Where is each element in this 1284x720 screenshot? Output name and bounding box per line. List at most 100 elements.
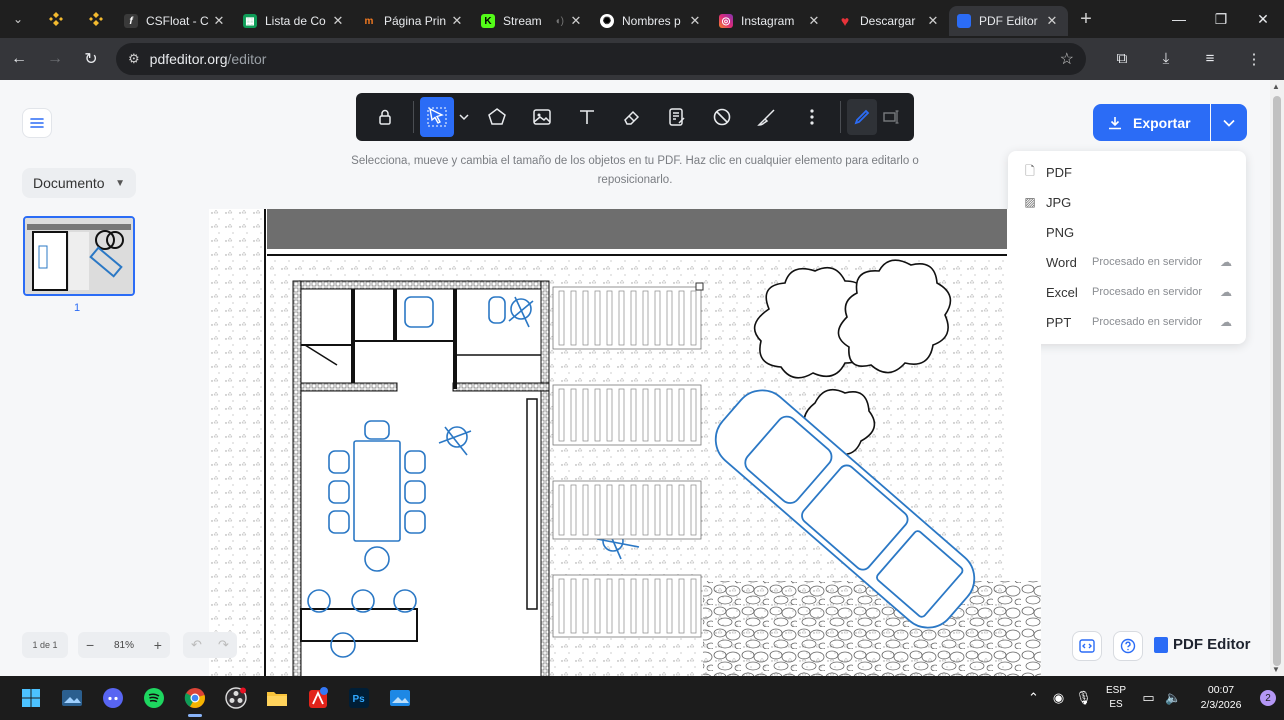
redo-icon[interactable]: ↷ [218, 637, 229, 653]
export-dropdown-toggle[interactable] [1211, 104, 1247, 141]
draw-tool[interactable] [744, 97, 789, 137]
export-option-png[interactable]: ▨ PNG [1008, 217, 1246, 247]
tab-descargar[interactable]: ♥ Descargar ✕ [830, 6, 949, 36]
page-scrollbar[interactable]: ▲ ▼ [1270, 80, 1284, 676]
close-icon[interactable]: ✕ [925, 13, 941, 29]
file-explorer-icon[interactable] [256, 676, 297, 720]
site-info-icon[interactable]: ⚙ [128, 51, 140, 67]
image-tool[interactable] [519, 97, 564, 137]
tab-nombres[interactable]: ✺ Nombres p ✕ [592, 6, 711, 36]
minimize-icon[interactable]: — [1158, 0, 1200, 38]
clock[interactable]: 00:07 2/3/2026 [1186, 683, 1256, 713]
close-icon[interactable]: ✕ [449, 13, 465, 29]
tab-label: Nombres p [622, 14, 681, 28]
text-tool[interactable] [564, 97, 609, 137]
bookmark-star-icon[interactable]: ☆ [1060, 49, 1074, 69]
tab-search-chevron-icon[interactable]: ⌄ [0, 0, 36, 38]
reload-icon[interactable]: ↻ [74, 42, 108, 76]
tray-overflow-chevron-icon[interactable]: ⌃ [1021, 690, 1046, 706]
restore-icon[interactable]: ❐ [1200, 0, 1242, 38]
volume-icon[interactable]: 🔈 [1161, 690, 1186, 706]
pen-mode-toggle[interactable] [847, 99, 877, 135]
help-button[interactable] [1113, 631, 1143, 661]
hamburger-icon [30, 118, 44, 128]
tab-pagina[interactable]: m Página Prin ✕ [354, 6, 473, 36]
tab-pdf-editor[interactable]: PDF Editor ✕ [949, 6, 1068, 36]
eraser-tool[interactable] [609, 97, 654, 137]
sidebar-toggle-button[interactable] [22, 108, 52, 138]
undo-icon[interactable]: ↶ [191, 637, 202, 653]
obs-icon[interactable] [215, 676, 256, 720]
spotify-icon[interactable] [133, 676, 174, 720]
page-number-label: 1 [74, 302, 81, 314]
download-icon[interactable]: ⤓ [1144, 50, 1188, 68]
editor-toolbar [356, 93, 914, 141]
reading-list-icon[interactable]: ≡ [1188, 50, 1232, 68]
extensions-puzzle-icon[interactable]: ⧉ [1100, 50, 1144, 68]
export-option-label: Word [1046, 254, 1077, 270]
heart-icon: ♥ [840, 13, 850, 29]
close-icon[interactable]: ✕ [211, 13, 227, 29]
export-button[interactable]: Exportar [1093, 104, 1210, 141]
scroll-down-icon[interactable]: ▼ [1272, 665, 1280, 674]
tab-instagram[interactable]: ◎ Instagram ✕ [711, 6, 830, 36]
redact-tool[interactable] [699, 97, 744, 137]
page-thumbnail[interactable] [23, 216, 135, 296]
network-icon[interactable]: ▭ [1136, 690, 1161, 706]
instagram-icon: ◎ [719, 14, 733, 28]
tab-label: Página Prin [384, 14, 447, 28]
scrollbar-thumb[interactable] [1273, 96, 1281, 666]
lock-tool[interactable] [362, 97, 407, 137]
sheets-icon: ▦ [243, 14, 257, 28]
export-option-word[interactable]: 🗋 Word Procesado en servidor ☁ [1008, 247, 1246, 277]
close-icon[interactable]: ✕ [1044, 13, 1060, 29]
export-option-ppt[interactable]: ▭ PPT Procesado en servidor ☁ [1008, 307, 1246, 337]
zoom-out-icon[interactable]: − [86, 637, 94, 653]
shape-tool[interactable] [474, 97, 519, 137]
text-t-icon [579, 110, 594, 124]
url-path: /editor [227, 51, 267, 67]
export-option-excel[interactable]: ▦ Excel Procesado en servidor ☁ [1008, 277, 1246, 307]
pinned-tab-binance-2[interactable] [76, 0, 116, 38]
tray-discord-icon[interactable]: ◉ [1046, 690, 1071, 706]
photoshop-icon[interactable]: Ps [338, 676, 379, 720]
tab-csfloat[interactable]: f CSFloat - C ✕ [116, 6, 235, 36]
more-tools[interactable] [789, 97, 834, 137]
text-select-toggle[interactable] [877, 99, 907, 135]
back-arrow-icon[interactable]: ← [2, 42, 36, 76]
svg-text:Ps: Ps [352, 694, 365, 705]
export-option-pdf[interactable]: 🗋 PDF [1008, 157, 1246, 187]
document-select[interactable]: Documento ▼ [22, 168, 136, 198]
tab-stream[interactable]: K Stream ◖) ✕ [473, 6, 592, 36]
zoom-in-icon[interactable]: + [154, 637, 162, 653]
notification-badge[interactable]: 2 [1260, 690, 1276, 706]
photos-app-icon[interactable] [51, 676, 92, 720]
scroll-up-icon[interactable]: ▲ [1272, 82, 1280, 91]
close-icon[interactable]: ✕ [330, 13, 346, 29]
pdf-page-canvas[interactable] [209, 209, 1041, 676]
browser-menu-icon[interactable]: ⋮ [1232, 50, 1276, 68]
chrome-icon[interactable] [174, 676, 215, 720]
embed-code-button[interactable] [1072, 631, 1102, 661]
close-icon[interactable]: ✕ [687, 13, 703, 29]
microphone-icon[interactable]: 🎙 [1071, 690, 1096, 706]
acrobat-icon[interactable] [297, 676, 338, 720]
export-option-jpg[interactable]: ▨ JPG [1008, 187, 1246, 217]
photos-viewer-icon[interactable] [379, 676, 420, 720]
form-tool[interactable] [654, 97, 699, 137]
pinned-tab-binance-1[interactable] [36, 0, 76, 38]
tab-lista[interactable]: ▦ Lista de Co ✕ [235, 6, 354, 36]
ban-icon [713, 108, 730, 126]
pdf-editor-app: Documento ▼ 1 Selecciona, mueve y cambia… [0, 80, 1270, 676]
windows-start-icon[interactable] [10, 676, 51, 720]
new-tab-plus-icon[interactable]: + [1068, 8, 1104, 31]
select-tool[interactable] [420, 97, 454, 137]
close-window-icon[interactable]: ✕ [1242, 0, 1284, 38]
close-icon[interactable]: ✕ [568, 13, 584, 29]
address-bar[interactable]: ⚙ pdfeditor.org/editor ☆ [116, 43, 1086, 75]
discord-icon[interactable] [92, 676, 133, 720]
close-icon[interactable]: ✕ [806, 13, 822, 29]
language-indicator[interactable]: ESP ES [1096, 684, 1136, 712]
forward-arrow-icon[interactable]: → [38, 42, 72, 76]
select-tool-dropdown[interactable] [454, 97, 474, 137]
